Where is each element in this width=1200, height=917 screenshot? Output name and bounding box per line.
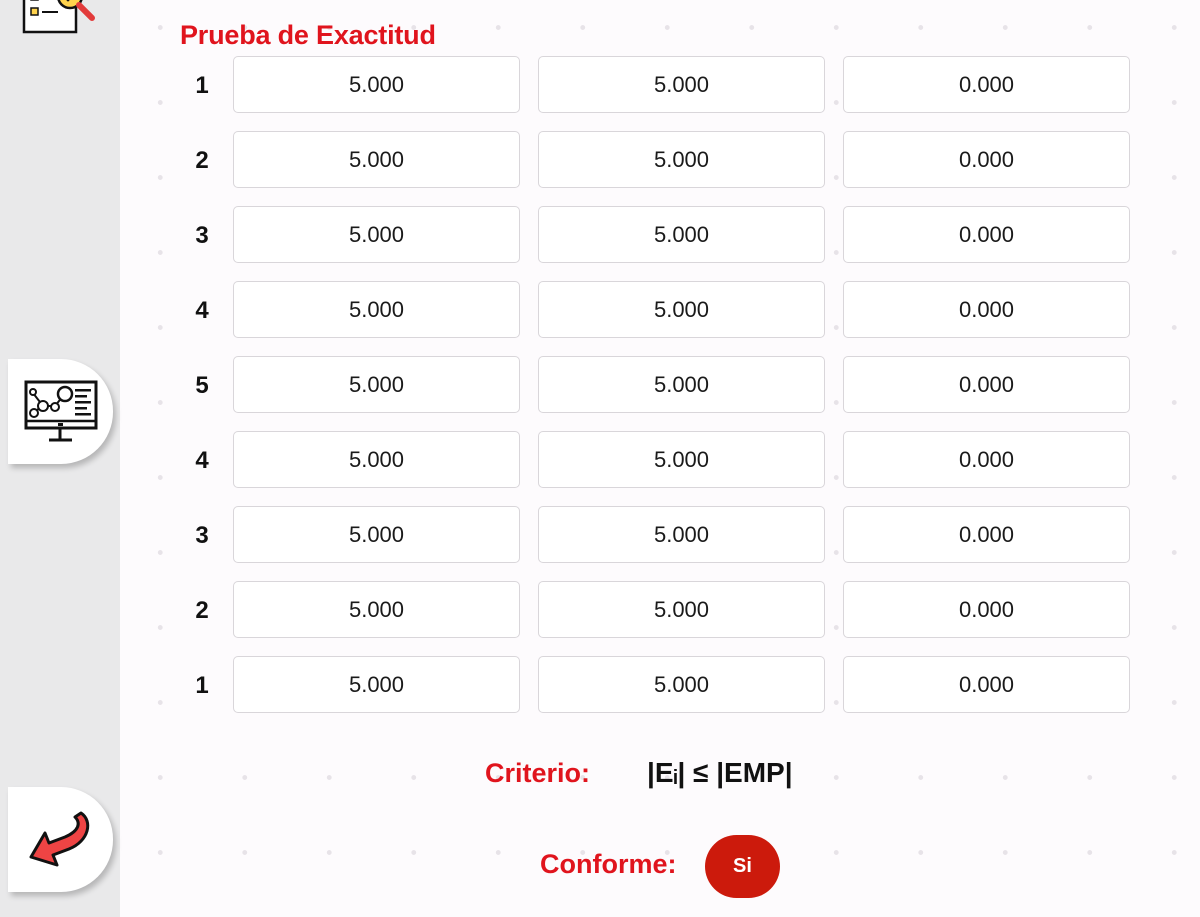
value-field-1[interactable]: 5.000 <box>233 581 520 638</box>
row-index: 5 <box>195 372 209 399</box>
value-field-1[interactable]: 5.000 <box>233 506 520 563</box>
value-field-2[interactable]: 5.000 <box>538 356 825 413</box>
value-field-3[interactable]: 0.000 <box>843 581 1130 638</box>
value-field-2[interactable]: 5.000 <box>538 656 825 713</box>
row-index: 2 <box>195 597 209 624</box>
page-title: Prueba de Exactitud <box>180 20 436 50</box>
value-field-2[interactable]: 5.000 <box>538 56 825 113</box>
criterio-formula: |Eᵢ| ≤ |EMP| <box>647 757 793 788</box>
table-row: 2 5.000 5.000 0.000 <box>180 581 1140 641</box>
value-field-3[interactable]: 0.000 <box>843 131 1130 188</box>
row-index: 3 <box>195 222 209 249</box>
value-field-1[interactable]: 5.000 <box>233 281 520 338</box>
value-field-3[interactable]: 0.000 <box>843 431 1130 488</box>
sidebar <box>0 0 120 917</box>
table-row: 5 5.000 5.000 0.000 <box>180 356 1140 416</box>
table-row: 2 5.000 5.000 0.000 <box>180 131 1140 191</box>
criterio-label: Criterio: <box>485 758 591 788</box>
row-index: 3 <box>195 522 209 549</box>
value-field-3[interactable]: 0.000 <box>843 656 1130 713</box>
value-field-1[interactable]: 5.000 <box>233 656 520 713</box>
value-field-1[interactable]: 5.000 <box>233 356 520 413</box>
value-field-2[interactable]: 5.000 <box>538 581 825 638</box>
value-field-3[interactable]: 0.000 <box>843 56 1130 113</box>
value-field-1[interactable]: 5.000 <box>233 56 520 113</box>
back-button[interactable] <box>8 787 113 892</box>
value-field-1[interactable]: 5.000 <box>233 431 520 488</box>
row-index: 1 <box>195 72 209 99</box>
value-field-2[interactable]: 5.000 <box>538 131 825 188</box>
monitor-network-button[interactable] <box>8 359 113 464</box>
value-field-3[interactable]: 0.000 <box>843 206 1130 263</box>
row-index: 2 <box>195 147 209 174</box>
value-field-2[interactable]: 5.000 <box>538 206 825 263</box>
conforme-status-badge[interactable]: Si <box>705 835 780 898</box>
value-field-2[interactable]: 5.000 <box>538 506 825 563</box>
table-row: 4 5.000 5.000 0.000 <box>180 431 1140 491</box>
value-field-2[interactable]: 5.000 <box>538 281 825 338</box>
back-arrow-icon <box>29 811 89 866</box>
monitor-network-icon <box>24 380 97 441</box>
table-row: 3 5.000 5.000 0.000 <box>180 506 1140 566</box>
row-index: 4 <box>195 447 209 474</box>
value-field-1[interactable]: 5.000 <box>233 131 520 188</box>
checklist-magnifier-icon[interactable] <box>18 0 102 38</box>
table-row: 1 5.000 5.000 0.000 <box>180 56 1140 116</box>
table-row: 3 5.000 5.000 0.000 <box>180 206 1140 266</box>
conforme-label: Conforme: <box>540 849 677 879</box>
value-field-1[interactable]: 5.000 <box>233 206 520 263</box>
row-index: 1 <box>195 672 209 699</box>
table-row: 4 5.000 5.000 0.000 <box>180 281 1140 341</box>
value-field-3[interactable]: 0.000 <box>843 281 1130 338</box>
value-field-3[interactable]: 0.000 <box>843 356 1130 413</box>
value-field-2[interactable]: 5.000 <box>538 431 825 488</box>
row-index: 4 <box>195 297 209 324</box>
table-row: 1 5.000 5.000 0.000 <box>180 656 1140 716</box>
value-field-3[interactable]: 0.000 <box>843 506 1130 563</box>
